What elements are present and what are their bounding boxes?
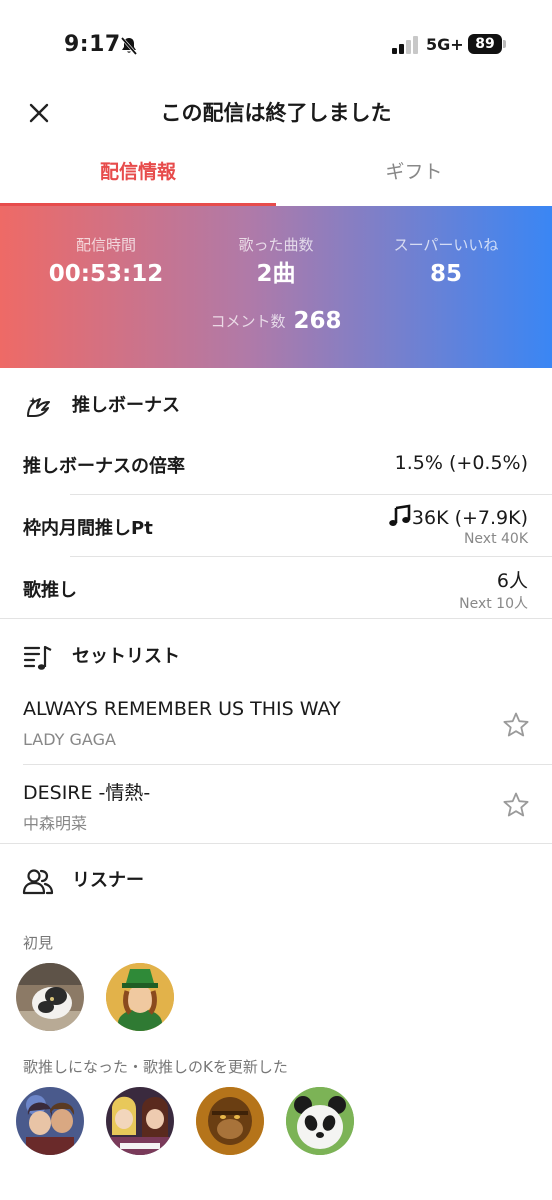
song-title: ALWAYS REMEMBER US THIS WAY bbox=[23, 698, 341, 720]
oshi-bonus-title: 推しボーナス bbox=[72, 395, 180, 416]
avatar[interactable] bbox=[106, 963, 174, 1031]
bonus-rate-row: 推しボーナスの倍率 1.5% (+0.5%) bbox=[0, 446, 552, 494]
stat-duration-label: 配信時間 bbox=[75, 236, 136, 254]
uta-oshi-label: 歌推し bbox=[23, 580, 77, 601]
setlist-item[interactable]: ALWAYS REMEMBER US THIS WAY LADY GAGA bbox=[0, 688, 552, 764]
battery-indicator: 89 bbox=[468, 34, 502, 54]
oshi-bonus-header: 推しボーナス bbox=[0, 384, 552, 428]
stat-comments: コメント数 268 bbox=[0, 308, 552, 334]
listeners-header: リスナー bbox=[0, 859, 552, 903]
uta-oshi-row: 歌推し 6人 Next 10人 bbox=[0, 558, 552, 618]
monthly-oshi-pt-value: 36K (+7.9K) bbox=[411, 507, 528, 529]
divider bbox=[70, 494, 552, 495]
uta-oshi-value: 6人 bbox=[496, 570, 528, 592]
avatar[interactable] bbox=[16, 963, 84, 1031]
tab-gift[interactable]: ギフト bbox=[276, 150, 552, 206]
bonus-rate-label: 推しボーナスの倍率 bbox=[23, 456, 185, 477]
anime-couple-avatar bbox=[16, 1087, 84, 1155]
monthly-oshi-pt-row: 枠内月間推しPt 36K (+7.9K) Next 40K bbox=[0, 496, 552, 556]
gorilla-avatar bbox=[196, 1087, 264, 1155]
network-type: 5G+ bbox=[426, 35, 464, 54]
wing-icon bbox=[27, 397, 50, 417]
cat-photo-avatar bbox=[16, 963, 84, 1031]
stat-superlike-label: スーパーいいね bbox=[393, 236, 499, 254]
users-icon bbox=[22, 869, 54, 895]
stat-songs: 歌った曲数 2曲 bbox=[184, 234, 368, 290]
tab-stream-info[interactable]: 配信情報 bbox=[0, 150, 276, 206]
listeners-title: リスナー bbox=[72, 870, 144, 891]
stat-songs-label: 歌った曲数 bbox=[238, 236, 314, 254]
section-divider bbox=[0, 618, 552, 619]
monthly-oshi-pt-label: 枠内月間推しPt bbox=[23, 518, 153, 539]
music-note-icon bbox=[389, 504, 411, 526]
first-time-label: 初見 bbox=[23, 934, 54, 952]
stat-songs-value: 2曲 bbox=[256, 261, 296, 287]
bell-muted-icon bbox=[120, 37, 138, 55]
song-artist: 中森明菜 bbox=[23, 814, 88, 833]
music-list-icon bbox=[23, 645, 52, 670]
bonus-rate-value: 1.5% (+0.5%) bbox=[394, 452, 528, 474]
star-icon[interactable] bbox=[502, 711, 530, 739]
avatar[interactable] bbox=[106, 1087, 174, 1155]
status-bar: 9:17 5G+ 89 bbox=[0, 0, 552, 90]
monthly-oshi-pt-value-wrap: 36K (+7.9K) bbox=[388, 504, 528, 529]
avatar[interactable] bbox=[16, 1087, 84, 1155]
song-artist: LADY GAGA bbox=[23, 730, 116, 749]
star-icon[interactable] bbox=[502, 791, 530, 819]
divider bbox=[70, 556, 552, 557]
leprechaun-avatar bbox=[106, 963, 174, 1031]
avatar[interactable] bbox=[286, 1087, 354, 1155]
tab-bar: 配信情報 ギフト bbox=[0, 150, 552, 206]
panda-avatar bbox=[286, 1087, 354, 1155]
stat-comments-value: 268 bbox=[293, 308, 342, 334]
stat-duration-value: 00:53:12 bbox=[48, 261, 164, 287]
monthly-oshi-pt-next: Next 40K bbox=[463, 531, 528, 547]
uta-oshi-listeners-label: 歌推しになった・歌推しのKを更新した bbox=[23, 1058, 288, 1076]
page-title: この配信は終了しました bbox=[160, 101, 392, 125]
battery-tip bbox=[503, 40, 506, 48]
setlist-item[interactable]: DESIRE -情熱- 中森明菜 bbox=[0, 766, 552, 844]
stats-banner: 配信時間 00:53:12 歌った曲数 2曲 スーパーいいね 85 コメント数 2… bbox=[0, 206, 552, 368]
divider bbox=[23, 764, 552, 765]
anime-girls-avatar bbox=[106, 1087, 174, 1155]
signal-icon bbox=[392, 36, 418, 54]
stat-superlike: スーパーいいね 85 bbox=[354, 234, 538, 290]
stat-comments-label: コメント数 bbox=[210, 312, 286, 331]
stat-duration: 配信時間 00:53:12 bbox=[14, 234, 198, 290]
stat-superlike-value: 85 bbox=[429, 261, 462, 287]
section-divider bbox=[0, 843, 552, 844]
status-time: 9:17 bbox=[64, 32, 121, 57]
setlist-header: セットリスト bbox=[0, 635, 552, 679]
setlist-title: セットリスト bbox=[72, 646, 180, 667]
uta-oshi-next: Next 10人 bbox=[459, 596, 528, 612]
avatar[interactable] bbox=[196, 1087, 264, 1155]
song-title: DESIRE -情熱- bbox=[23, 782, 151, 804]
